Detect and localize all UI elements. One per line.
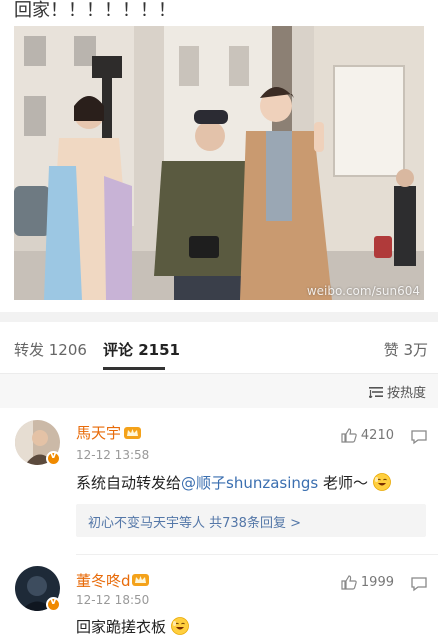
verified-badge-icon — [46, 596, 61, 612]
comment-text: 回家跪搓衣板 — [76, 616, 189, 637]
sort-bar: 按热度 — [0, 374, 438, 408]
comment-item: 馬天宇 12-12 13:58 4210 系统自动转发给@顺子shunzasin… — [0, 408, 438, 558]
crown-badge-icon — [132, 574, 149, 586]
tab-comments[interactable]: 评论 2151 — [103, 339, 180, 360]
verified-badge-icon — [46, 450, 61, 466]
comment-text-prefix: 系统自动转发给 — [76, 474, 182, 492]
sort-by-hot-button[interactable]: 按热度 — [368, 382, 426, 401]
post-photo[interactable]: weibo.com/sun604 — [14, 26, 424, 300]
tab-likes[interactable]: 赞 3万 — [384, 339, 428, 360]
post-stats-tabs: 转发 1206 评论 2151 赞 3万 — [0, 322, 438, 374]
comment-like-count: 1999 — [360, 575, 394, 590]
tab-repost[interactable]: 转发 1206 — [14, 339, 87, 360]
comment-username[interactable]: 馬天宇 — [76, 422, 121, 443]
comment-text-suffix: 老师～ — [318, 474, 369, 492]
thumbs-up-icon — [341, 575, 357, 590]
comment-separator — [76, 554, 438, 555]
photo-illustration — [14, 26, 424, 300]
comment-item: 董冬咚d 12-12 18:50 1999 回家跪搓衣板 — [0, 558, 438, 639]
comment-time: 12-12 13:58 — [76, 448, 150, 462]
crown-badge-icon — [124, 427, 141, 439]
comment-text: 系统自动转发给@顺子shunzasings 老师～ — [76, 472, 391, 493]
comment-like-button[interactable]: 1999 — [341, 575, 394, 590]
weibo-post-page: 回家！！！！！！！ weibo.com/sun604 转发 1206 评论 21… — [0, 0, 438, 639]
sort-icon — [368, 386, 383, 398]
reply-summary-link[interactable]: 初心不变马天宇等人 共738条回复 > — [76, 504, 426, 537]
active-tab-indicator — [103, 367, 165, 370]
section-divider — [0, 312, 438, 322]
sort-label: 按热度 — [386, 386, 426, 401]
comment-username[interactable]: 董冬咚d — [76, 570, 131, 591]
comment-like-count: 4210 — [360, 428, 394, 443]
thumbs-up-icon — [341, 428, 357, 443]
photo-watermark: weibo.com/sun604 — [306, 284, 420, 298]
comment-text-prefix: 回家跪搓衣板 — [76, 618, 167, 636]
comment-like-button[interactable]: 4210 — [341, 428, 394, 443]
post-text: 回家！！！！！！！ — [14, 0, 176, 21]
laughing-emoji-icon — [170, 617, 189, 635]
laughing-emoji-icon — [372, 473, 391, 491]
comment-mention-link[interactable]: @顺子shunzasings — [181, 474, 318, 492]
comment-time: 12-12 18:50 — [76, 593, 150, 607]
reply-icon[interactable] — [410, 429, 428, 445]
reply-icon[interactable] — [410, 576, 428, 592]
